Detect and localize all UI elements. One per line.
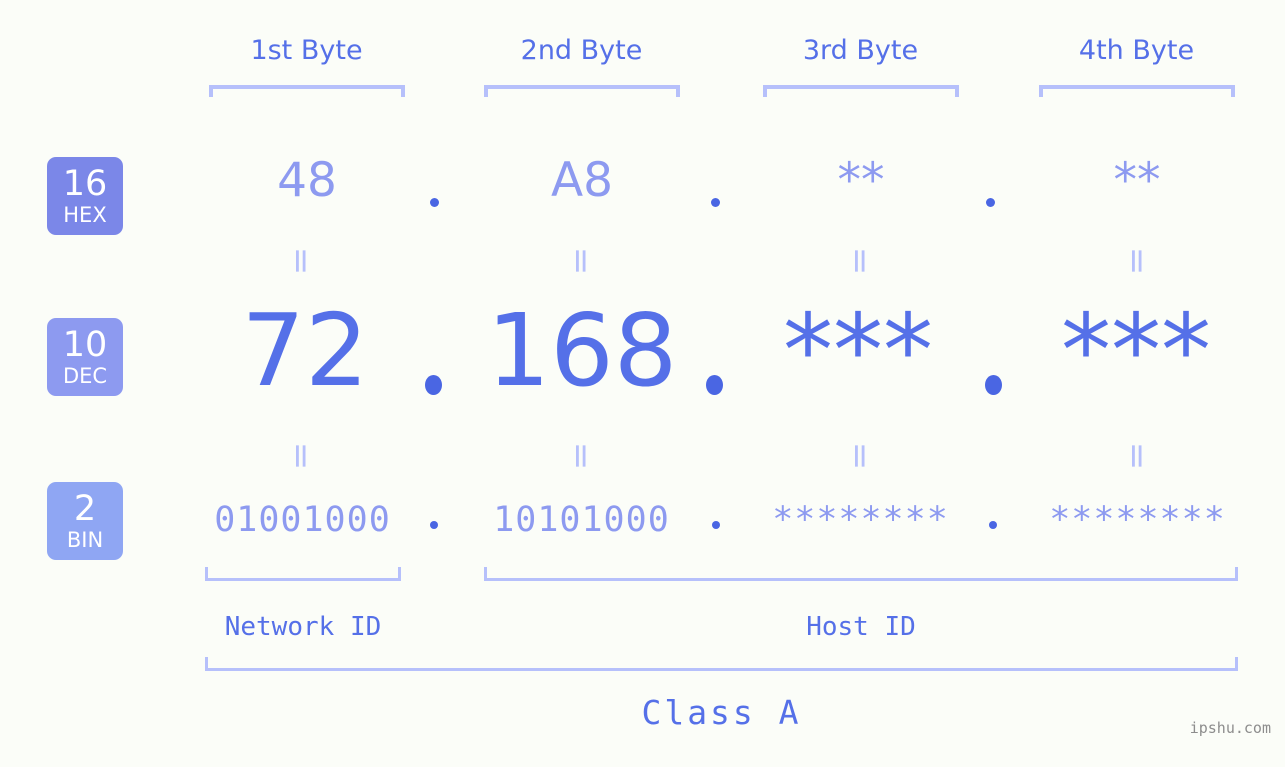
hex-separator-dot-2 [711, 198, 720, 207]
base-badge-bin-name: BIN [66, 527, 104, 552]
base-badge-hex-number: 16 [62, 163, 108, 204]
equals-hex-dec-4: = [1117, 246, 1157, 276]
ip-breakdown-diagram: 1st Byte 2nd Byte 3rd Byte 4th Byte 16 H… [0, 0, 1285, 767]
host-id-bracket [484, 567, 1238, 581]
hex-byte-4-value: ** [1113, 153, 1161, 208]
byte-bracket-1 [209, 85, 405, 97]
byte-header-1: 1st Byte [250, 35, 363, 66]
base-badge-bin-number: 2 [73, 488, 97, 529]
site-watermark: ipshu.com [1189, 719, 1271, 737]
hex-byte-2-value: A8 [550, 153, 614, 208]
equals-dec-bin-2: = [561, 441, 601, 471]
base-badge-bin: 2 BIN [47, 482, 123, 560]
bin-byte-3-value: ******** [772, 500, 949, 540]
bin-separator-dot-1 [430, 521, 438, 529]
equals-hex-dec-3: = [840, 246, 880, 276]
equals-hex-dec-1: = [281, 246, 321, 276]
equals-hex-dec-2: = [561, 246, 601, 276]
class-label: Class A [641, 693, 802, 732]
byte-header-3: 3rd Byte [802, 35, 919, 66]
dec-byte-4-value: *** [1061, 292, 1211, 409]
equals-dec-bin-3: = [840, 441, 880, 471]
base-badge-dec-number: 10 [62, 324, 108, 365]
byte-header-2: 2nd Byte [520, 35, 643, 66]
hex-byte-1-value: 48 [277, 153, 337, 208]
bin-separator-dot-3 [989, 521, 997, 529]
equals-dec-bin-1: = [281, 441, 321, 471]
dec-separator-dot-1 [425, 375, 442, 395]
dec-byte-3-value: *** [783, 292, 933, 409]
equals-dec-bin-4: = [1117, 441, 1157, 471]
bin-byte-1-value: 01001000 [214, 500, 391, 540]
base-badge-hex-name: HEX [63, 202, 107, 227]
byte-header-4: 4th Byte [1078, 35, 1195, 66]
dec-separator-dot-2 [706, 375, 723, 395]
bin-byte-4-value: ******** [1049, 500, 1226, 540]
dec-byte-1-value: 72 [241, 292, 369, 409]
class-bracket [205, 657, 1238, 671]
dec-separator-dot-3 [985, 375, 1002, 395]
hex-byte-3-value: ** [837, 153, 885, 208]
network-id-label: Network ID [224, 612, 382, 642]
base-badge-dec-name: DEC [62, 363, 108, 388]
network-id-bracket [205, 567, 401, 581]
byte-bracket-2 [484, 85, 680, 97]
bin-byte-2-value: 10101000 [493, 500, 670, 540]
hex-separator-dot-3 [986, 198, 995, 207]
byte-bracket-4 [1039, 85, 1235, 97]
bin-separator-dot-2 [712, 521, 720, 529]
base-badge-dec: 10 DEC [47, 318, 123, 396]
dec-byte-2-value: 168 [486, 292, 678, 409]
hex-separator-dot-1 [430, 198, 439, 207]
byte-bracket-3 [763, 85, 959, 97]
host-id-label: Host ID [806, 612, 916, 642]
base-badge-hex: 16 HEX [47, 157, 123, 235]
